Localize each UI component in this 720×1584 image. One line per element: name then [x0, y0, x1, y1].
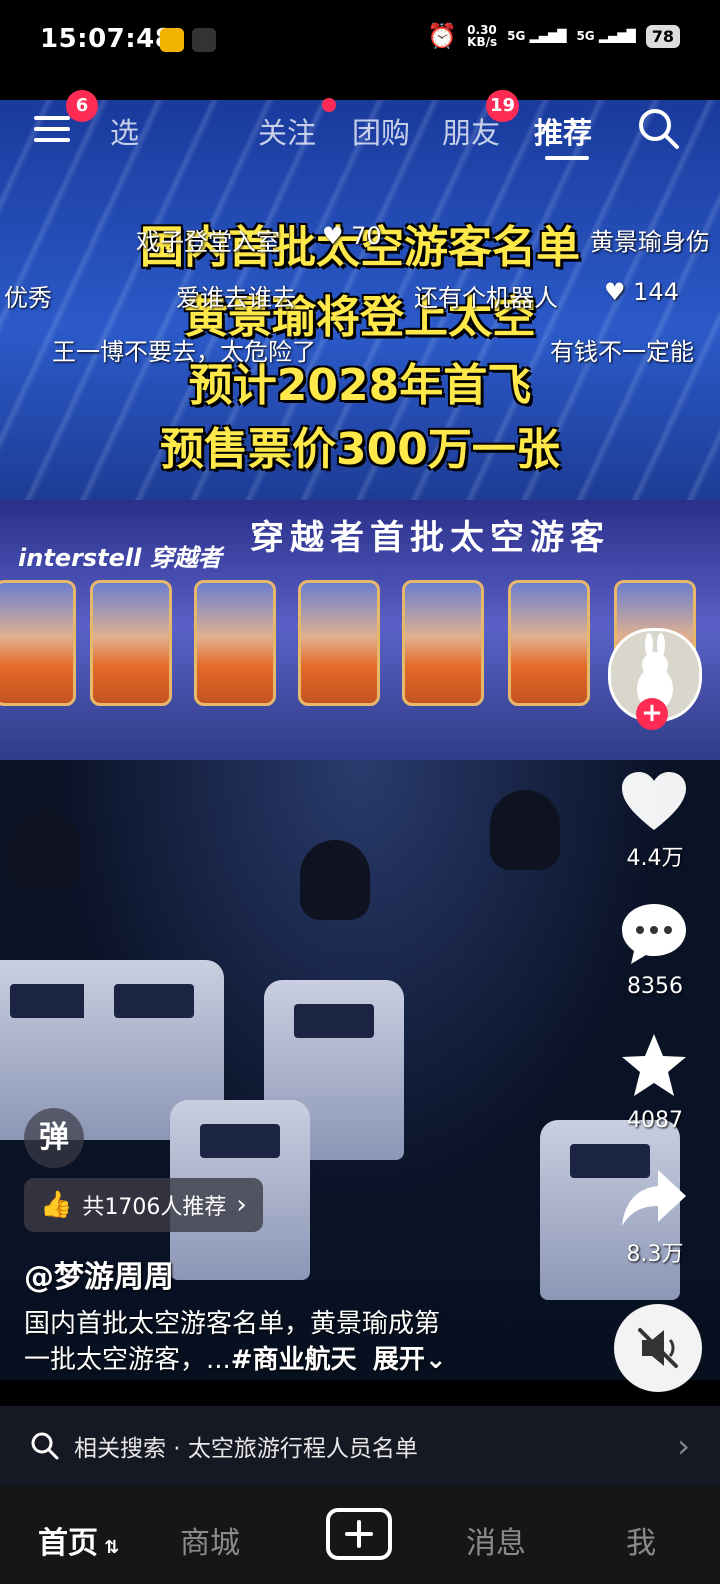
tab-following-dot [322, 98, 336, 112]
danmu-comment: 优秀 [4, 284, 52, 312]
video-description[interactable]: 国内首批太空游客名单，黄景瑜成第 一批太空游客，...#商业航天 展开⌄ [24, 1306, 564, 1378]
tab-group-buy[interactable]: 团购 [352, 110, 410, 152]
portrait [508, 580, 590, 706]
danmu-comment: ♥ 70 [322, 222, 382, 250]
portrait [90, 580, 172, 706]
like-count: 4.4万 [626, 846, 684, 871]
signal-icon: 5G ▂▄▆█ [507, 29, 567, 43]
status-time: 15:07:48 [40, 24, 174, 54]
audience-head [300, 840, 370, 920]
create-button[interactable] [326, 1508, 392, 1560]
description-line: 一批太空游客，...#商业航天 展开⌄ [24, 1345, 447, 1375]
active-tab-indicator [545, 156, 589, 160]
danmu-comment: ♥ 144 [604, 278, 679, 306]
danmu-comment: 爱谁去谁去 [176, 284, 296, 312]
search-icon[interactable] [636, 106, 682, 152]
danmu-comment: 有钱不一定能 [550, 338, 694, 366]
danmu-comment: 黄景瑜身伤 [590, 228, 710, 256]
hashtag-link[interactable]: #商业航天 [231, 1345, 357, 1375]
network-speed: 0.30 KB/s [467, 23, 498, 49]
share-icon[interactable] [618, 1162, 690, 1234]
banner-title: 穿越者首批太空游客 [250, 518, 610, 558]
video-caption-line: 预计2028年首飞 [188, 360, 532, 411]
danmu-comment: 还有个机器人 [414, 284, 558, 312]
favorite-count: 4087 [627, 1108, 683, 1133]
audience-head [10, 810, 80, 890]
nav-me[interactable]: 我 [626, 1518, 656, 1562]
plus-icon [345, 1520, 373, 1548]
app-notification-icon [192, 28, 216, 52]
status-bar: 15:07:48 ⏰ 0.30 KB/s 5G ▂▄▆█ 5G ▂▄▆█ 78 [0, 0, 720, 100]
alarm-icon: ⏰ [427, 22, 458, 50]
portrait [194, 580, 276, 706]
related-search-bar[interactable]: 相关搜索 · 太空旅游行程人员名单 › [0, 1406, 720, 1486]
signal-icon: 5G ▂▄▆█ [576, 29, 636, 43]
tab-following[interactable]: 关注 [258, 110, 316, 152]
comment-count: 8356 [627, 974, 683, 999]
description-line: 国内首批太空游客名单，黄景瑜成第 [24, 1309, 441, 1339]
danmu-toggle-button[interactable]: 弹 [24, 1108, 84, 1168]
switch-icon: ⇅ [98, 1537, 120, 1558]
chevron-right-icon: › [236, 1190, 247, 1220]
related-search-text: 相关搜索 · 太空旅游行程人员名单 [74, 1436, 418, 1462]
status-right: ⏰ 0.30 KB/s 5G ▂▄▆█ 5G ▂▄▆█ 78 [427, 22, 680, 50]
nav-mall[interactable]: 商城 [180, 1518, 240, 1562]
nav-messages[interactable]: 消息 [466, 1518, 526, 1562]
heart-icon: ♥ [604, 278, 626, 306]
search-icon [31, 1432, 59, 1460]
thumbs-up-icon: 👍 [40, 1190, 73, 1220]
share-count: 8.3万 [626, 1242, 684, 1267]
banner-logo: interstell 穿越者 [18, 544, 222, 572]
danmu-comment: 戏子登堂入室 [136, 228, 280, 256]
menu-icon[interactable] [34, 112, 70, 142]
battery-icon: 78 [645, 24, 680, 48]
comment-icon[interactable] [618, 898, 690, 970]
app-notification-icon [160, 28, 184, 52]
menu-badge: 6 [66, 90, 98, 122]
star-icon[interactable] [618, 1030, 690, 1102]
recommend-text: 共1706人推荐 [82, 1195, 227, 1220]
tab-featured[interactable]: 选 [110, 110, 139, 152]
recommend-pill[interactable]: 👍 共1706人推荐 › [24, 1178, 263, 1232]
heart-icon: ♥ [322, 222, 344, 250]
audience-head [490, 790, 560, 870]
friends-badge: 19 [486, 90, 520, 122]
expand-button[interactable]: 展开⌄ [373, 1345, 447, 1375]
author-name[interactable]: @梦游周周 [24, 1252, 174, 1296]
chevron-right-icon: › [677, 1427, 690, 1465]
danmu-comment: 王一博不要去，太危险了 [52, 338, 316, 366]
portrait [402, 580, 484, 706]
tab-recommend[interactable]: 推荐 [534, 110, 592, 152]
heart-icon[interactable] [618, 766, 690, 838]
portrait [298, 580, 380, 706]
nav-home[interactable]: 首页 ⇅ [38, 1518, 119, 1562]
follow-plus-button[interactable]: + [636, 698, 668, 730]
mute-button[interactable] [614, 1304, 702, 1392]
portrait [0, 580, 76, 706]
video-caption-line: 预售票价300万一张 [160, 424, 560, 475]
